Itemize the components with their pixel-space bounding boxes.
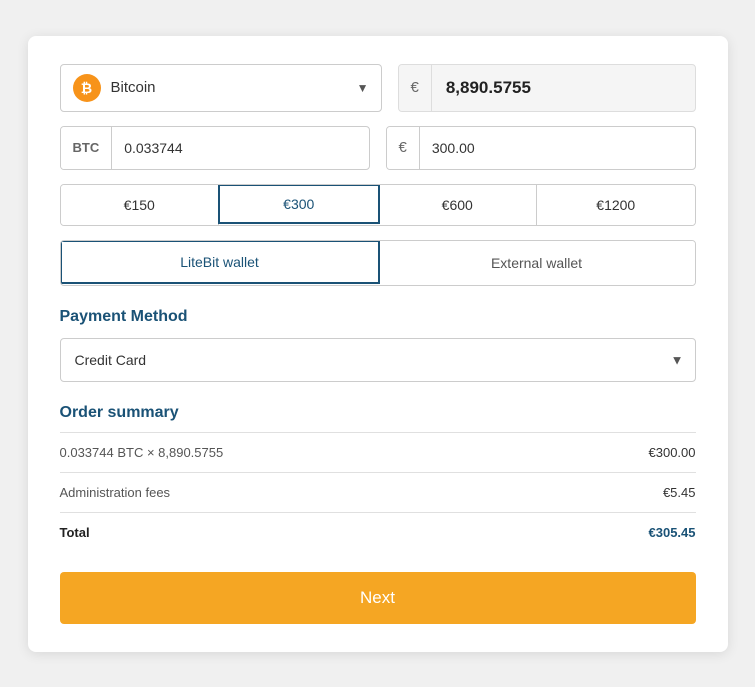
payment-method-select[interactable]: Credit Card Bank Transfer iDEAL — [60, 338, 696, 382]
payment-section-title: Payment Method — [60, 308, 696, 326]
btc-label: BTC — [61, 127, 113, 169]
order-summary-title: Order summary — [60, 404, 696, 422]
price-display: € 8,890.5755 — [398, 64, 696, 112]
price-euro-sign: € — [399, 65, 432, 111]
litebit-wallet-tab[interactable]: LiteBit wallet — [60, 240, 380, 284]
euro-prefix-sign: € — [387, 127, 420, 169]
main-card: ₿ Bitcoin ▼ € 8,890.5755 BTC € €150 €300… — [28, 36, 728, 652]
order-btc-label: 0.033744 BTC × 8,890.5755 — [60, 445, 224, 460]
euro-input[interactable] — [420, 140, 695, 156]
euro-amount-group: € — [386, 126, 696, 170]
order-row-btc: 0.033744 BTC × 8,890.5755 €300.00 — [60, 433, 696, 473]
wallet-tabs: LiteBit wallet External wallet — [60, 240, 696, 286]
order-btc-amount: €300.00 — [649, 445, 696, 460]
price-value: 8,890.5755 — [432, 78, 545, 98]
btc-amount-group: BTC — [60, 126, 370, 170]
crypto-selector[interactable]: ₿ Bitcoin ▼ — [60, 64, 382, 112]
btc-input[interactable] — [112, 140, 368, 156]
order-total-amount: €305.45 — [649, 525, 696, 540]
payment-method-wrapper: Credit Card Bank Transfer iDEAL ▼ — [60, 338, 696, 382]
amount-btn-300[interactable]: €300 — [218, 184, 380, 224]
next-button[interactable]: Next — [60, 572, 696, 624]
amount-buttons-group: €150 €300 €600 €1200 — [60, 184, 696, 226]
amount-btn-1200[interactable]: €1200 — [537, 185, 695, 225]
order-summary: 0.033744 BTC × 8,890.5755 €300.00 Admini… — [60, 432, 696, 552]
order-total-label: Total — [60, 525, 90, 540]
order-fees-label: Administration fees — [60, 485, 171, 500]
order-row-fees: Administration fees €5.45 — [60, 473, 696, 513]
bitcoin-icon: ₿ — [73, 74, 101, 102]
amount-btn-600[interactable]: €600 — [379, 185, 538, 225]
crypto-name: Bitcoin — [111, 79, 347, 96]
order-fees-amount: €5.45 — [663, 485, 696, 500]
amount-btn-150[interactable]: €150 — [61, 185, 220, 225]
order-row-total: Total €305.45 — [60, 513, 696, 552]
external-wallet-tab[interactable]: External wallet — [379, 241, 695, 285]
dropdown-arrow-icon: ▼ — [357, 81, 369, 95]
